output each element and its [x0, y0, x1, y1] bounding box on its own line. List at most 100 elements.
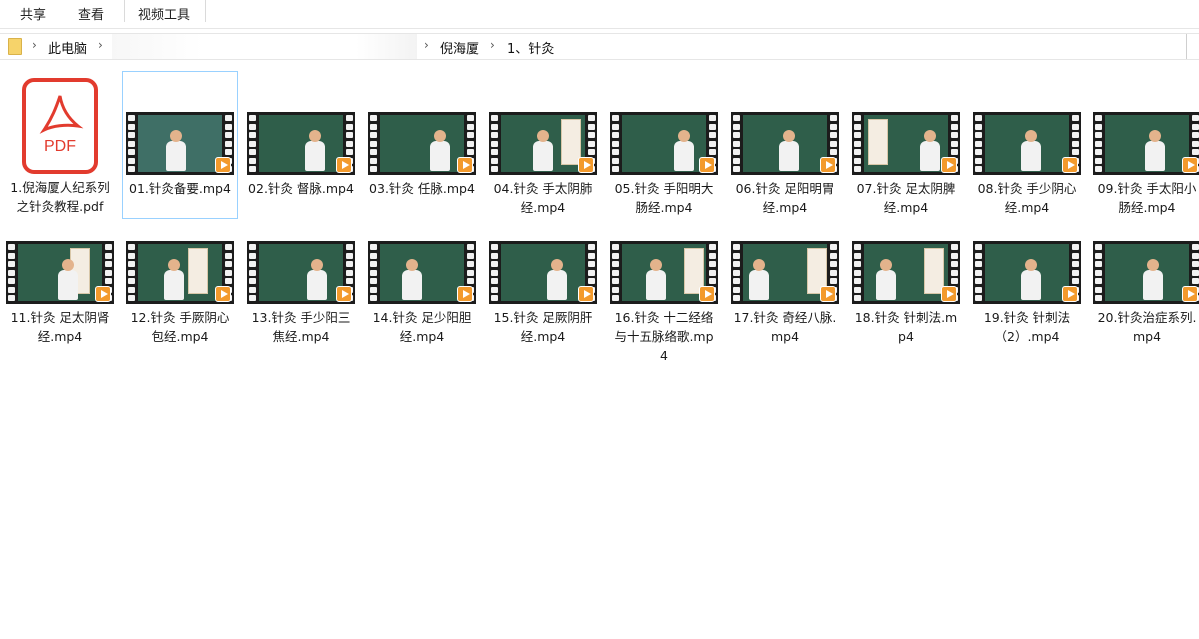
- film-hole: [830, 140, 837, 147]
- file-item[interactable]: 11.针灸 足太阴肾经.mp4: [3, 201, 117, 361]
- tab-share[interactable]: 共享: [20, 4, 46, 23]
- film-hole: [854, 166, 861, 172]
- chevron-right-icon[interactable]: ›: [490, 38, 495, 52]
- film-hole: [491, 278, 498, 284]
- lecturer-figure: [164, 259, 184, 300]
- play-icon: [215, 157, 231, 173]
- file-item[interactable]: 16.针灸 十二经络与十五脉络歌.mp4: [607, 201, 721, 363]
- film-hole: [951, 115, 958, 121]
- film-hole: [467, 278, 474, 284]
- play-icon: [1182, 286, 1198, 302]
- file-item[interactable]: 18.针灸 针刺法.mp4: [849, 201, 963, 361]
- film-hole: [491, 166, 498, 172]
- film-hole: [854, 261, 861, 267]
- folder-icon: [8, 38, 22, 55]
- film-hole: [467, 115, 474, 121]
- film-hole: [612, 286, 619, 293]
- lecturer-head: [311, 259, 323, 271]
- film-hole: [1072, 115, 1079, 121]
- breadcrumb-folder[interactable]: 倪海厦: [440, 38, 479, 57]
- video-thumbnail: [852, 112, 960, 175]
- film-hole: [975, 252, 982, 259]
- file-name-label: 15.针灸 足厥阴肝经.mp4: [493, 310, 593, 344]
- chevron-right-icon[interactable]: ›: [98, 38, 103, 52]
- video-frame: [864, 115, 948, 172]
- film-hole: [1095, 149, 1102, 155]
- film-hole: [105, 269, 112, 276]
- film-hole: [951, 261, 958, 267]
- lecturer-head: [1147, 259, 1159, 271]
- tab-view[interactable]: 查看: [78, 4, 104, 23]
- tab-video-tools[interactable]: 视频工具: [138, 4, 190, 23]
- film-hole: [370, 278, 377, 284]
- film-hole: [733, 286, 740, 293]
- file-name-label: 20.针灸治症系列.mp4: [1097, 310, 1197, 344]
- file-item[interactable]: 12.针灸 手厥阴心包经.mp4: [123, 201, 237, 361]
- film-hole: [588, 132, 595, 138]
- file-item[interactable]: 13.针灸 手少阳三焦经.mp4: [244, 201, 358, 361]
- film-hole: [830, 278, 837, 284]
- breadcrumb-this-pc[interactable]: 此电脑: [48, 38, 87, 57]
- file-item[interactable]: 14.针灸 足少阳胆经.mp4: [365, 201, 479, 361]
- film-hole: [249, 269, 256, 276]
- film-hole: [346, 261, 353, 267]
- film-hole: [588, 252, 595, 259]
- film-hole: [128, 252, 135, 259]
- chart-poster: [188, 248, 208, 294]
- file-item[interactable]: 15.针灸 足厥阴肝经.mp4: [486, 201, 600, 361]
- file-item[interactable]: 17.针灸 奇经八脉.mp4: [728, 201, 842, 361]
- film-hole: [588, 123, 595, 130]
- breadcrumb-current[interactable]: 1、针灸: [507, 38, 554, 57]
- film-hole: [1072, 278, 1079, 284]
- film-hole: [346, 132, 353, 138]
- lecturer-figure: [402, 259, 422, 300]
- film-hole: [346, 140, 353, 147]
- film-hole: [128, 115, 135, 121]
- lecturer-head: [924, 130, 936, 142]
- film-hole: [128, 132, 135, 138]
- video-frame: [985, 244, 1069, 301]
- file-name-label: 02.针灸 督脉.mp4: [248, 181, 354, 196]
- film-hole: [346, 252, 353, 259]
- redacted-path: [112, 34, 417, 59]
- video-thumbnail: [126, 112, 234, 175]
- chevron-right-icon[interactable]: ›: [424, 38, 429, 52]
- film-hole: [1095, 140, 1102, 147]
- film-hole: [951, 149, 958, 155]
- film-hole: [1192, 132, 1199, 138]
- video-frame: [259, 244, 343, 301]
- film-hole: [975, 286, 982, 293]
- lecturer-figure: [646, 259, 666, 300]
- blackboard: [380, 115, 464, 172]
- film-hole: [612, 132, 619, 138]
- film-hole: [491, 295, 498, 301]
- film-hole: [467, 269, 474, 276]
- film-hole: [370, 115, 377, 121]
- film-hole: [8, 295, 15, 301]
- film-hole: [370, 244, 377, 250]
- lecturer-head: [309, 130, 321, 142]
- film-hole: [370, 140, 377, 147]
- film-hole: [1192, 269, 1199, 276]
- film-hole: [491, 252, 498, 259]
- film-hole: [225, 244, 232, 250]
- file-item[interactable]: 01.针灸备要.mp4: [122, 71, 238, 219]
- lecturer-figure: [674, 130, 694, 171]
- address-bar[interactable]: › 此电脑 › › 倪海厦 › 1、针灸: [0, 33, 1199, 60]
- file-item[interactable]: 20.针灸治症系列.mp4: [1090, 201, 1199, 361]
- film-hole: [1192, 115, 1199, 121]
- film-hole: [467, 132, 474, 138]
- film-hole: [975, 244, 982, 250]
- film-hole: [1192, 244, 1199, 250]
- film-hole: [830, 123, 837, 130]
- lecturer-figure: [430, 130, 450, 171]
- file-item[interactable]: 19.针灸 针刺法（2）.mp4: [970, 201, 1084, 361]
- lecturer-head: [434, 130, 446, 142]
- film-hole: [346, 115, 353, 121]
- lecturer-figure: [547, 259, 567, 300]
- lecturer-head: [650, 259, 662, 271]
- video-frame: [985, 115, 1069, 172]
- chevron-right-icon[interactable]: ›: [32, 38, 37, 52]
- film-hole: [467, 252, 474, 259]
- ribbon-divider: [205, 0, 206, 22]
